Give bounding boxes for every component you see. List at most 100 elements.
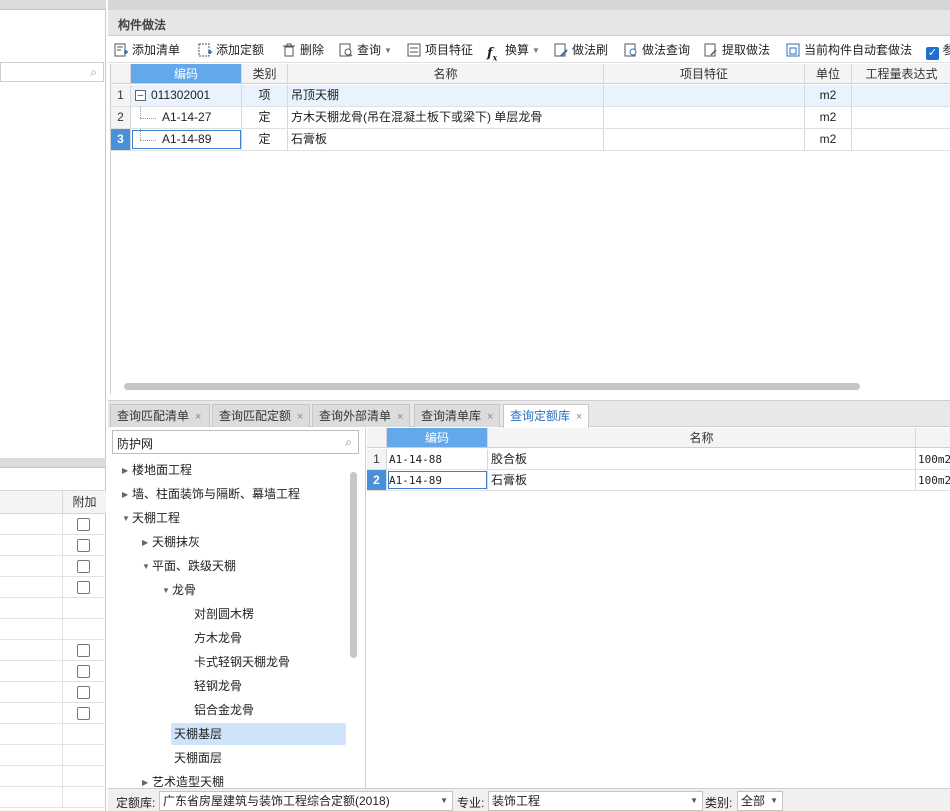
method-query-button[interactable]: 做法查询 bbox=[624, 40, 690, 60]
feature-cell[interactable] bbox=[604, 129, 805, 150]
unit-cell[interactable]: m2 bbox=[805, 129, 852, 150]
code-cell[interactable]: A1-14-88 bbox=[387, 449, 488, 469]
query-dropdown[interactable]: 查询 ▼ bbox=[339, 40, 392, 60]
name-cell[interactable]: 石膏板 bbox=[288, 129, 604, 150]
close-icon[interactable]: × bbox=[297, 411, 303, 423]
add-list-button[interactable]: 添加清单 bbox=[114, 40, 180, 60]
close-icon[interactable]: × bbox=[397, 411, 403, 423]
tree-node-ceiling-base[interactable]: 天棚基层 bbox=[171, 723, 346, 745]
expr-cell[interactable] bbox=[852, 85, 950, 106]
search-icon[interactable]: ⌕ bbox=[345, 435, 352, 450]
close-icon[interactable]: × bbox=[576, 411, 582, 423]
left-list-row[interactable] bbox=[0, 766, 106, 787]
tree-node-aluminum[interactable]: 铝合金龙骨 bbox=[194, 699, 254, 721]
left-list-row[interactable] bbox=[0, 535, 106, 556]
left-list-row[interactable] bbox=[0, 724, 106, 745]
left-list-row[interactable] bbox=[0, 598, 106, 619]
left-list-row[interactable] bbox=[0, 787, 106, 808]
left-list-row[interactable] bbox=[0, 745, 106, 766]
tree-node-wall[interactable]: ▶ 墙、柱面装饰与隔断、幕墙工程 bbox=[122, 483, 300, 505]
unit-cell[interactable]: m2 bbox=[805, 107, 852, 128]
search-icon[interactable]: ⌕ bbox=[90, 65, 97, 80]
extra-checkbox[interactable] bbox=[77, 539, 90, 552]
left-list-row[interactable] bbox=[0, 514, 106, 535]
tab-quota-library[interactable]: 查询定额库 × bbox=[503, 404, 589, 428]
table-row[interactable]: 1 A1-14-88 胶合板 100m2 bbox=[367, 449, 950, 470]
expr-cell[interactable] bbox=[852, 129, 950, 150]
quota-lib-select[interactable]: 广东省房屋建筑与装饰工程综合定额(2018) ▼ bbox=[159, 791, 453, 811]
feature-column-header[interactable]: 项目特征 bbox=[604, 64, 805, 83]
tree-node-ceiling-surface[interactable]: 天棚面层 bbox=[174, 747, 222, 769]
tree-node-floor[interactable]: ▶ 楼地面工程 bbox=[122, 459, 192, 481]
expr-cell[interactable] bbox=[852, 107, 950, 128]
unit-cell[interactable]: 100m2 bbox=[916, 449, 950, 469]
delete-button[interactable]: 删除 bbox=[282, 40, 324, 60]
unit-column-header[interactable] bbox=[916, 428, 950, 447]
left-list-row[interactable] bbox=[0, 556, 106, 577]
tab-list-library[interactable]: 查询清单库 × bbox=[414, 404, 500, 427]
category-select[interactable]: 全部 ▼ bbox=[737, 791, 783, 811]
tree-node-square-timber[interactable]: 方木龙骨 bbox=[194, 627, 242, 649]
code-cell[interactable]: A1-14-27 bbox=[131, 107, 242, 128]
tree-node-card-steel[interactable]: 卡式轻钢天棚龙骨 bbox=[194, 651, 290, 673]
left-list-row[interactable] bbox=[0, 682, 106, 703]
table-row[interactable]: 1 – 011302001 项 吊顶天棚 m2 bbox=[111, 85, 950, 107]
tree-node-flat-ceiling[interactable]: ▼ 平面、跌级天棚 bbox=[142, 555, 236, 577]
horizontal-scrollbar[interactable] bbox=[124, 383, 860, 390]
caret-down-icon[interactable]: ▼ bbox=[142, 556, 152, 578]
caret-down-icon[interactable]: ▼ bbox=[162, 580, 172, 602]
tab-match-quota[interactable]: 查询匹配定额 × bbox=[212, 404, 310, 427]
method-brush-button[interactable]: 做法刷 bbox=[554, 40, 608, 60]
left-list-row[interactable] bbox=[0, 640, 106, 661]
category-cell[interactable]: 定 bbox=[242, 129, 288, 150]
tree-node-light-steel[interactable]: 轻钢龙骨 bbox=[194, 675, 242, 697]
unit-cell[interactable]: m2 bbox=[805, 85, 852, 106]
unit-cell[interactable]: 100m2 bbox=[916, 470, 950, 490]
name-column-header[interactable]: 名称 bbox=[488, 428, 916, 447]
cut-checkbox[interactable]: ✓ 参 bbox=[926, 40, 950, 60]
tree-node-ceiling-plaster[interactable]: ▶ 天棚抹灰 bbox=[142, 531, 200, 553]
category-cell[interactable]: 定 bbox=[242, 107, 288, 128]
close-icon[interactable]: × bbox=[195, 411, 201, 423]
code-column-header[interactable]: 编码 bbox=[131, 64, 242, 83]
left-list-row[interactable] bbox=[0, 619, 106, 640]
extra-checkbox[interactable] bbox=[77, 581, 90, 594]
add-quota-button[interactable]: 添加定额 bbox=[198, 40, 264, 60]
tree-node-ceiling[interactable]: ▼ 天棚工程 bbox=[122, 507, 180, 529]
extra-checkbox[interactable] bbox=[77, 644, 90, 657]
expr-column-header[interactable]: 工程量表达式 bbox=[852, 64, 950, 83]
category-column-header[interactable]: 类别 bbox=[242, 64, 288, 83]
tab-external-list[interactable]: 查询外部清单 × bbox=[312, 404, 410, 427]
feature-cell[interactable] bbox=[604, 107, 805, 128]
extra-checkbox[interactable] bbox=[77, 707, 90, 720]
collapse-icon[interactable]: – bbox=[135, 90, 146, 101]
item-feature-button[interactable]: 项目特征 bbox=[407, 40, 473, 60]
extra-checkbox[interactable] bbox=[77, 686, 90, 699]
auto-apply-method-button[interactable]: 当前构件自动套做法 bbox=[786, 40, 912, 60]
code-cell[interactable]: A1-14-89 bbox=[131, 129, 242, 150]
tree-scrollbar[interactable] bbox=[350, 472, 357, 658]
name-column-header[interactable]: 名称 bbox=[288, 64, 604, 83]
left-search-input[interactable]: ⌕ bbox=[0, 62, 104, 82]
tree-node-keel[interactable]: ▼ 龙骨 bbox=[162, 579, 196, 601]
extra-checkbox[interactable] bbox=[77, 518, 90, 531]
unit-column-header[interactable]: 单位 bbox=[805, 64, 852, 83]
category-cell[interactable]: 项 bbox=[242, 85, 288, 106]
tree-search-input[interactable]: 防护网 ⌕ bbox=[112, 430, 359, 454]
extra-checkbox[interactable] bbox=[77, 560, 90, 573]
code-column-header[interactable]: 编码 bbox=[387, 428, 488, 447]
caret-right-icon[interactable]: ▶ bbox=[142, 532, 152, 554]
table-row[interactable]: 2 A1-14-89 石膏板 100m2 bbox=[367, 470, 950, 491]
caret-right-icon[interactable]: ▶ bbox=[122, 460, 132, 482]
name-cell[interactable]: 方木天棚龙骨(吊在混凝土板下或梁下) 单层龙骨 bbox=[288, 107, 604, 128]
feature-cell[interactable] bbox=[604, 85, 805, 106]
tree-node-round-timber[interactable]: 对剖圆木楞 bbox=[194, 603, 254, 625]
code-cell[interactable]: A1-14-89 bbox=[387, 470, 488, 490]
left-list-row[interactable] bbox=[0, 661, 106, 682]
close-icon[interactable]: × bbox=[487, 411, 493, 423]
left-list-row[interactable] bbox=[0, 703, 106, 724]
specialty-select[interactable]: 装饰工程 ▼ bbox=[488, 791, 703, 811]
name-cell[interactable]: 石膏板 bbox=[488, 470, 916, 490]
extract-method-button[interactable]: 提取做法 bbox=[704, 40, 770, 60]
convert-dropdown[interactable]: fx换算 ▼ bbox=[487, 40, 540, 63]
